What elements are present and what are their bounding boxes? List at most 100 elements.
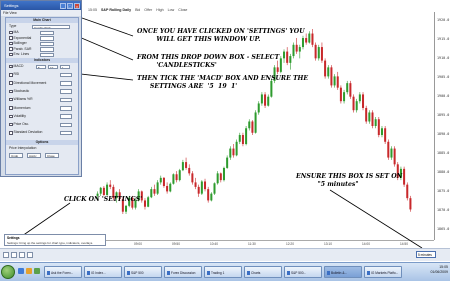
apply-button[interactable]: Apply: [27, 153, 41, 158]
indicator-option-label: RSI: [13, 72, 20, 77]
macd-value-field[interactable]: 1: [60, 64, 70, 69]
checkbox[interactable]: [9, 36, 13, 40]
taskbar-button[interactable]: S&P 500: [124, 266, 162, 278]
settings-menubar[interactable]: File View: [1, 10, 81, 16]
start-button[interactable]: [1, 265, 15, 279]
taskbar-button[interactable]: Forex Discussion: [164, 266, 202, 278]
annotation-interval: ENSURE THIS BOX IS SET ON "5 minutes": [296, 173, 403, 188]
parameter-field[interactable]: [40, 47, 54, 52]
candle: [150, 186, 153, 199]
price-tick-label: 1880.0: [437, 170, 450, 174]
undo-button[interactable]: Undo: [9, 153, 23, 158]
price-tick-label: 1905.0: [437, 75, 450, 79]
settings-titlebar[interactable]: Settings _ □ ×: [1, 1, 81, 10]
parameter-field[interactable]: [60, 122, 72, 128]
candle: [162, 176, 165, 188]
minimize-icon[interactable]: _: [60, 2, 66, 9]
overlay-option[interactable]: Bollinger: [9, 41, 27, 46]
checkbox[interactable]: [9, 30, 13, 35]
indicator-option[interactable]: RSI: [9, 72, 19, 77]
checkbox[interactable]: [9, 47, 13, 51]
interval-select[interactable]: 5 minutes: [416, 251, 436, 258]
taskbar-button[interactable]: IG Markets Platfo...: [364, 266, 402, 278]
overlay-option[interactable]: Env. Lines: [9, 52, 29, 57]
candle: [238, 132, 241, 145]
candle: [374, 116, 377, 129]
parameter-field[interactable]: [60, 72, 72, 78]
browser-icon[interactable]: [18, 268, 24, 274]
checkbox[interactable]: [9, 114, 13, 119]
taskbar-button[interactable]: S&P 500...: [284, 266, 322, 278]
checkbox[interactable]: [9, 73, 13, 77]
candle: [308, 31, 311, 44]
candlestick-chart[interactable]: [88, 12, 434, 240]
checkbox[interactable]: [9, 52, 13, 57]
parameter-field[interactable]: [60, 81, 72, 86]
chart-type-dropdown[interactable]: Candle Stick: [32, 24, 70, 29]
close-icon[interactable]: ×: [74, 2, 80, 9]
parameter-field[interactable]: [40, 41, 54, 46]
time-tick-label: 12:20: [286, 242, 294, 246]
parameter-field[interactable]: [40, 52, 54, 57]
price-tick-label: 1875.0: [437, 189, 450, 193]
overlay-option[interactable]: Exponential: [9, 36, 31, 41]
checkbox[interactable]: [9, 41, 13, 46]
indicator-option[interactable]: ✓MACD: [9, 64, 23, 69]
crosshair-icon[interactable]: [27, 252, 33, 258]
indicator-option[interactable]: Volatility: [9, 114, 26, 119]
indicators-heading: Indicators: [6, 58, 78, 63]
checkbox[interactable]: [9, 89, 13, 94]
parameter-field[interactable]: [40, 30, 54, 35]
indicator-option-label: Volatility: [13, 113, 26, 118]
parameter-field[interactable]: [40, 36, 54, 41]
indicator-option[interactable]: Price Osc.: [9, 122, 29, 127]
checkbox[interactable]: [9, 97, 13, 102]
taskbar-button[interactable]: IG Index...: [84, 266, 122, 278]
parameter-field[interactable]: [60, 106, 72, 111]
parameter-field[interactable]: [60, 130, 72, 136]
candle: [178, 168, 181, 182]
indicator-option[interactable]: Williams %R: [9, 97, 33, 102]
zoom-in-icon[interactable]: [11, 252, 17, 258]
taskbar-button[interactable]: Trading 1: [204, 266, 242, 278]
price-interpolation-label: Price Interpolation: [9, 146, 37, 150]
taskbar-button[interactable]: Charts: [244, 266, 282, 278]
checkbox[interactable]: [9, 122, 13, 127]
checkbox[interactable]: [9, 131, 13, 135]
folder-icon[interactable]: [26, 268, 32, 274]
indicator-option[interactable]: Stochastic: [9, 89, 29, 94]
overlay-option[interactable]: MA: [9, 30, 19, 35]
overlay-option-label: Bollinger: [13, 41, 27, 45]
candle: [207, 186, 210, 203]
checkbox[interactable]: ✓: [9, 64, 13, 69]
main-chart-heading: Main Chart: [6, 18, 78, 23]
taskbar-button[interactable]: Bulletin &...: [324, 266, 362, 278]
indicator-option[interactable]: Directional Movement: [9, 81, 46, 86]
candle: [188, 164, 191, 176]
macd-value-field[interactable]: 19: [48, 64, 58, 69]
parameter-field[interactable]: [60, 114, 72, 119]
settings-icon[interactable]: [3, 252, 9, 258]
indicator-option[interactable]: Momentum: [9, 106, 30, 111]
macd-value-field[interactable]: 5: [36, 64, 46, 69]
maximize-icon[interactable]: □: [67, 2, 73, 9]
settings-window[interactable]: Settings _ □ × File View Main Chart Type…: [0, 0, 82, 177]
overlay-option-label: Env. Lines: [13, 52, 30, 56]
candle: [393, 146, 396, 167]
candle: [264, 92, 267, 108]
overlay-option[interactable]: Parab. SAR: [9, 47, 31, 52]
parameter-field[interactable]: [60, 89, 72, 94]
app-icon: [246, 271, 250, 275]
indicator-option[interactable]: Standard Deviation: [9, 130, 42, 135]
candle: [106, 182, 109, 196]
checkbox[interactable]: [9, 81, 13, 85]
price-axis: 1920.0 1915.0 1910.0 1905.0 1900.0 1895.0 1890…: [434, 12, 450, 240]
zoom-out-icon[interactable]: [19, 252, 25, 258]
overlay-option-label: Parab. SAR: [13, 46, 32, 51]
media-icon[interactable]: [34, 268, 40, 274]
candle: [251, 120, 254, 136]
parameter-field[interactable]: [60, 97, 72, 103]
checkbox[interactable]: [9, 106, 13, 110]
close-button[interactable]: Close: [45, 153, 59, 158]
taskbar-button[interactable]: Ask the Forex...: [44, 266, 82, 278]
